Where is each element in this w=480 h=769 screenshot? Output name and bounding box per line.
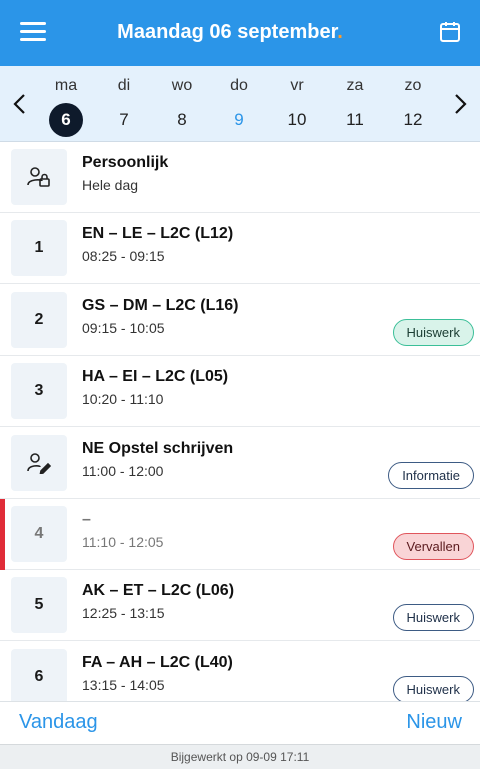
- lesson-hour: 2: [11, 292, 67, 348]
- day-number: 10: [287, 110, 307, 129]
- person-lock-icon: [27, 167, 50, 187]
- item-icon-box: [11, 435, 67, 491]
- lesson-hour: 5: [11, 577, 67, 633]
- chevron-left-icon[interactable]: [10, 92, 30, 116]
- calendar-icon[interactable]: [438, 20, 462, 44]
- item-time: 10:20 - 11:10: [82, 391, 164, 407]
- lesson-hour: 6: [11, 649, 67, 701]
- item-icon-box: [11, 149, 67, 205]
- lesson-hour: 3: [11, 363, 67, 419]
- homework-badge[interactable]: Huiswerk: [392, 604, 474, 631]
- day-friday[interactable]: vr 10: [272, 66, 322, 142]
- schedule-item-cancelled[interactable]: 4 – 11:10 - 12:05 Vervallen: [0, 499, 480, 570]
- day-name: wo: [171, 77, 193, 94]
- lesson-hour: 4: [11, 506, 67, 562]
- item-title: –: [82, 511, 91, 528]
- item-time: Hele dag: [82, 177, 139, 193]
- day-name: ma: [54, 77, 78, 94]
- schedule-item-lesson[interactable]: 6 FA – AH – L2C (L40) 13:15 - 14:05 Huis…: [0, 642, 480, 701]
- page-title: Maandag 06 september.: [0, 21, 480, 44]
- app-header: Maandag 06 september.: [0, 0, 480, 66]
- item-title: HA – EI – L2C (L05): [82, 368, 229, 385]
- item-time: 13:15 - 14:05: [82, 677, 165, 693]
- schedule-item-lesson[interactable]: 2 GS – DM – L2C (L16) 09:15 - 10:05 Huis…: [0, 285, 480, 356]
- schedule-item-persoonlijk[interactable]: Persoonlijk Hele dag: [0, 142, 480, 213]
- chevron-right-icon[interactable]: [450, 92, 470, 116]
- schedule-item-lesson[interactable]: 3 HA – EI – L2C (L05) 10:20 - 11:10: [0, 356, 480, 427]
- information-badge[interactable]: Informatie: [388, 462, 474, 489]
- day-name: do: [230, 77, 248, 94]
- schedule-item-lesson[interactable]: 5 AK – ET – L2C (L06) 12:25 - 13:15 Huis…: [0, 570, 480, 641]
- item-title: GS – DM – L2C (L16): [82, 297, 239, 314]
- item-title: EN – LE – L2C (L12): [82, 225, 234, 242]
- title-dot: .: [337, 21, 343, 43]
- homework-badge[interactable]: Huiswerk: [392, 676, 474, 701]
- day-tuesday[interactable]: di 7: [99, 66, 149, 142]
- person-edit-icon: [27, 453, 51, 474]
- day-name: zo: [404, 77, 422, 94]
- day-name: vr: [290, 77, 304, 94]
- item-time: 12:25 - 13:15: [82, 605, 165, 621]
- day-number: 11: [346, 110, 364, 129]
- day-saturday[interactable]: za 11: [330, 66, 380, 142]
- day-wednesday[interactable]: wo 8: [157, 66, 207, 142]
- item-time: 08:25 - 09:15: [82, 248, 165, 264]
- new-button[interactable]: Nieuw: [406, 711, 462, 734]
- day-thursday[interactable]: do 9: [214, 66, 264, 142]
- week-strip: ma 6 di 7 wo 8 do 9 vr 10 za 11 zo 12: [0, 66, 480, 142]
- day-number: 12: [403, 110, 423, 129]
- item-title: Persoonlijk: [82, 154, 169, 171]
- item-title: AK – ET – L2C (L06): [82, 582, 235, 599]
- homework-badge[interactable]: Huiswerk: [392, 319, 474, 346]
- lesson-hour: 1: [11, 220, 67, 276]
- schedule-item-task[interactable]: NE Opstel schrijven 11:00 - 12:00 Inform…: [0, 428, 480, 499]
- cancelled-badge[interactable]: Vervallen: [392, 533, 474, 560]
- today-button[interactable]: Vandaag: [19, 711, 98, 734]
- day-number: 8: [177, 110, 187, 129]
- item-title: FA – AH – L2C (L40): [82, 654, 233, 671]
- last-updated-status: Bijgewerkt op 09-09 17:11: [0, 744, 480, 769]
- day-number: 6: [49, 103, 83, 137]
- item-time: 11:00 - 12:00: [82, 463, 164, 479]
- item-title: NE Opstel schrijven: [82, 440, 234, 457]
- schedule-item-lesson[interactable]: 1 EN – LE – L2C (L12) 08:25 - 09:15: [0, 213, 480, 284]
- page-title-text: Maandag 06 september: [117, 21, 338, 43]
- day-name: za: [346, 77, 364, 94]
- day-number: 7: [119, 110, 129, 129]
- bottom-bar: Vandaag Nieuw: [0, 701, 480, 744]
- day-monday[interactable]: ma 6: [41, 66, 91, 142]
- day-sunday[interactable]: zo 12: [388, 66, 438, 142]
- schedule-list: Persoonlijk Hele dag 1 EN – LE – L2C (L1…: [0, 142, 480, 701]
- day-name: di: [117, 77, 131, 94]
- item-time: 11:10 - 12:05: [82, 534, 164, 550]
- day-number: 9: [234, 110, 244, 129]
- item-time: 09:15 - 10:05: [82, 320, 165, 336]
- cancelled-marker: [0, 499, 5, 570]
